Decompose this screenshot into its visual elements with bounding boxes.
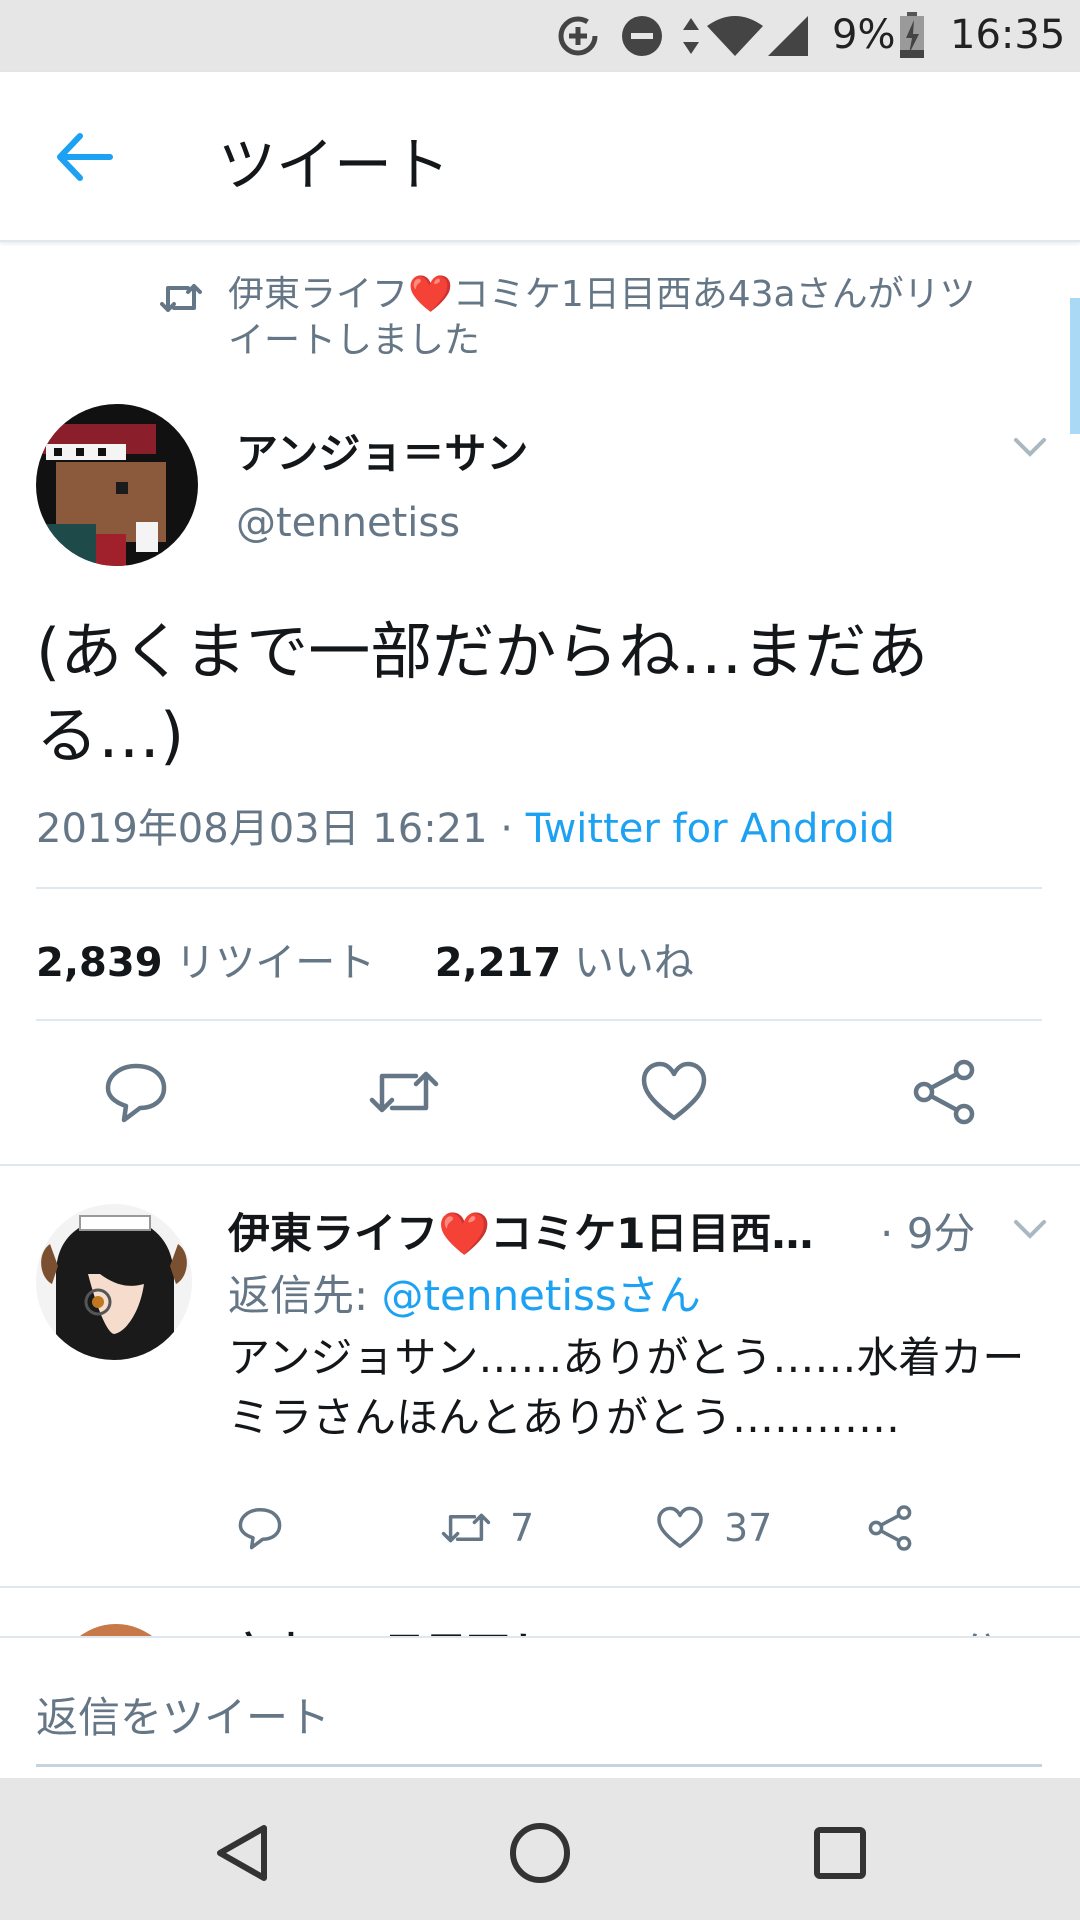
reply-time: · 9分 bbox=[880, 1209, 976, 1258]
status-bar: 9% 16:35 bbox=[0, 0, 1080, 72]
data-arrows-icon bbox=[683, 18, 699, 54]
share-button[interactable] bbox=[904, 1052, 984, 1132]
scroll-indicator[interactable] bbox=[1070, 298, 1080, 434]
retweet-stat[interactable]: 2,839 リツイート bbox=[36, 940, 375, 986]
like-button[interactable] bbox=[634, 1052, 714, 1132]
retweet-icon bbox=[160, 284, 202, 312]
like-count: 2,217 bbox=[434, 940, 562, 986]
tweet-text: (あくまで一部だからね…まだある…) bbox=[36, 615, 929, 772]
retweet-context-text: 伊東ライフ❤️コミケ1日目西あ43aさんがリツイートしました bbox=[228, 274, 976, 361]
chevron-down-icon[interactable] bbox=[1010, 1214, 1050, 1244]
app-bar: ツイート bbox=[0, 72, 1080, 242]
tweet-stats: 2,839 リツイート 2,217 いいね bbox=[36, 930, 694, 988]
nav-back-icon bbox=[217, 1825, 267, 1881]
signal-icon bbox=[768, 16, 808, 56]
tweet-source-link[interactable]: Twitter for Android bbox=[526, 806, 895, 852]
tweet-meta: 2019年08月03日 16:21 · Twitter for Android bbox=[36, 796, 895, 854]
divider bbox=[36, 1019, 1042, 1021]
nav-home-icon bbox=[510, 1823, 570, 1883]
battery-percent: 9% bbox=[832, 12, 896, 58]
reply-like-button[interactable]: 37 bbox=[652, 1500, 782, 1556]
page-title: ツイート bbox=[218, 131, 451, 199]
reply-text: アンジョサン……ありがとう……水着カーミラさんほんとありがとう………… bbox=[228, 1333, 1025, 1442]
like-stat[interactable]: 2,217 いいね bbox=[435, 940, 694, 986]
reply-author-avatar[interactable] bbox=[36, 1204, 192, 1360]
reply-compose-input[interactable]: 返信をツイート bbox=[36, 1684, 1042, 1767]
reply-to-prefix: 返信先: bbox=[228, 1271, 382, 1320]
reply-author-name[interactable]: 伊東ライフ❤️コミケ1日目西… bbox=[228, 1200, 848, 1261]
reply-share-button[interactable] bbox=[862, 1500, 922, 1556]
reply-to-handle[interactable]: @tennetissさん bbox=[382, 1271, 701, 1320]
avatar-image bbox=[36, 404, 198, 566]
wifi-icon bbox=[707, 16, 763, 56]
author-name[interactable]: アンジョ＝サン bbox=[236, 420, 528, 481]
next-reply-partial[interactable]: 宗本@1日目西れ52… · 10分 bbox=[0, 1588, 1080, 1638]
reply-to-line: 返信先: @tennetissさん bbox=[228, 1262, 701, 1323]
nav-recents-button[interactable] bbox=[795, 1808, 885, 1898]
nav-home-button[interactable] bbox=[495, 1808, 585, 1898]
battery-icon bbox=[900, 12, 924, 58]
back-arrow-icon bbox=[57, 133, 113, 181]
chevron-down-icon[interactable] bbox=[1010, 432, 1050, 462]
reply-icon bbox=[238, 1508, 282, 1550]
back-button[interactable] bbox=[40, 122, 130, 192]
tweet-timestamp: 2019年08月03日 16:21 bbox=[36, 806, 488, 852]
data-saver-icon bbox=[558, 16, 598, 56]
share-icon bbox=[868, 1505, 912, 1551]
retweet-icon bbox=[441, 1513, 491, 1543]
compose-bar: 返信をツイート bbox=[0, 1636, 1080, 1780]
share-icon bbox=[913, 1059, 975, 1125]
reply-like-count: 37 bbox=[724, 1506, 773, 1550]
reply-icon bbox=[105, 1063, 167, 1123]
retweet-label: リツイート bbox=[175, 940, 376, 986]
divider bbox=[0, 1164, 1080, 1166]
nav-recents-icon bbox=[814, 1827, 866, 1879]
retweet-button[interactable] bbox=[364, 1052, 444, 1132]
heart-icon bbox=[657, 1506, 703, 1548]
reply-reply-button[interactable] bbox=[232, 1500, 292, 1556]
reply-button[interactable] bbox=[96, 1052, 176, 1132]
avatar-image bbox=[36, 1204, 192, 1360]
heart-icon bbox=[641, 1061, 707, 1121]
reply-retweet-button[interactable]: 7 bbox=[438, 1500, 568, 1556]
reply-retweet-count: 7 bbox=[510, 1506, 535, 1550]
retweet-icon bbox=[369, 1071, 439, 1113]
clock: 16:35 bbox=[950, 12, 1066, 58]
dnd-icon bbox=[622, 16, 662, 56]
retweet-count: 2,839 bbox=[36, 940, 163, 986]
system-nav-bar bbox=[0, 1778, 1080, 1920]
meta-separator: · bbox=[487, 806, 526, 852]
author-handle[interactable]: @tennetiss bbox=[236, 500, 460, 546]
author-avatar[interactable] bbox=[36, 404, 198, 566]
nav-back-button[interactable] bbox=[196, 1808, 286, 1898]
like-label: いいね bbox=[573, 940, 694, 986]
divider bbox=[36, 887, 1042, 889]
